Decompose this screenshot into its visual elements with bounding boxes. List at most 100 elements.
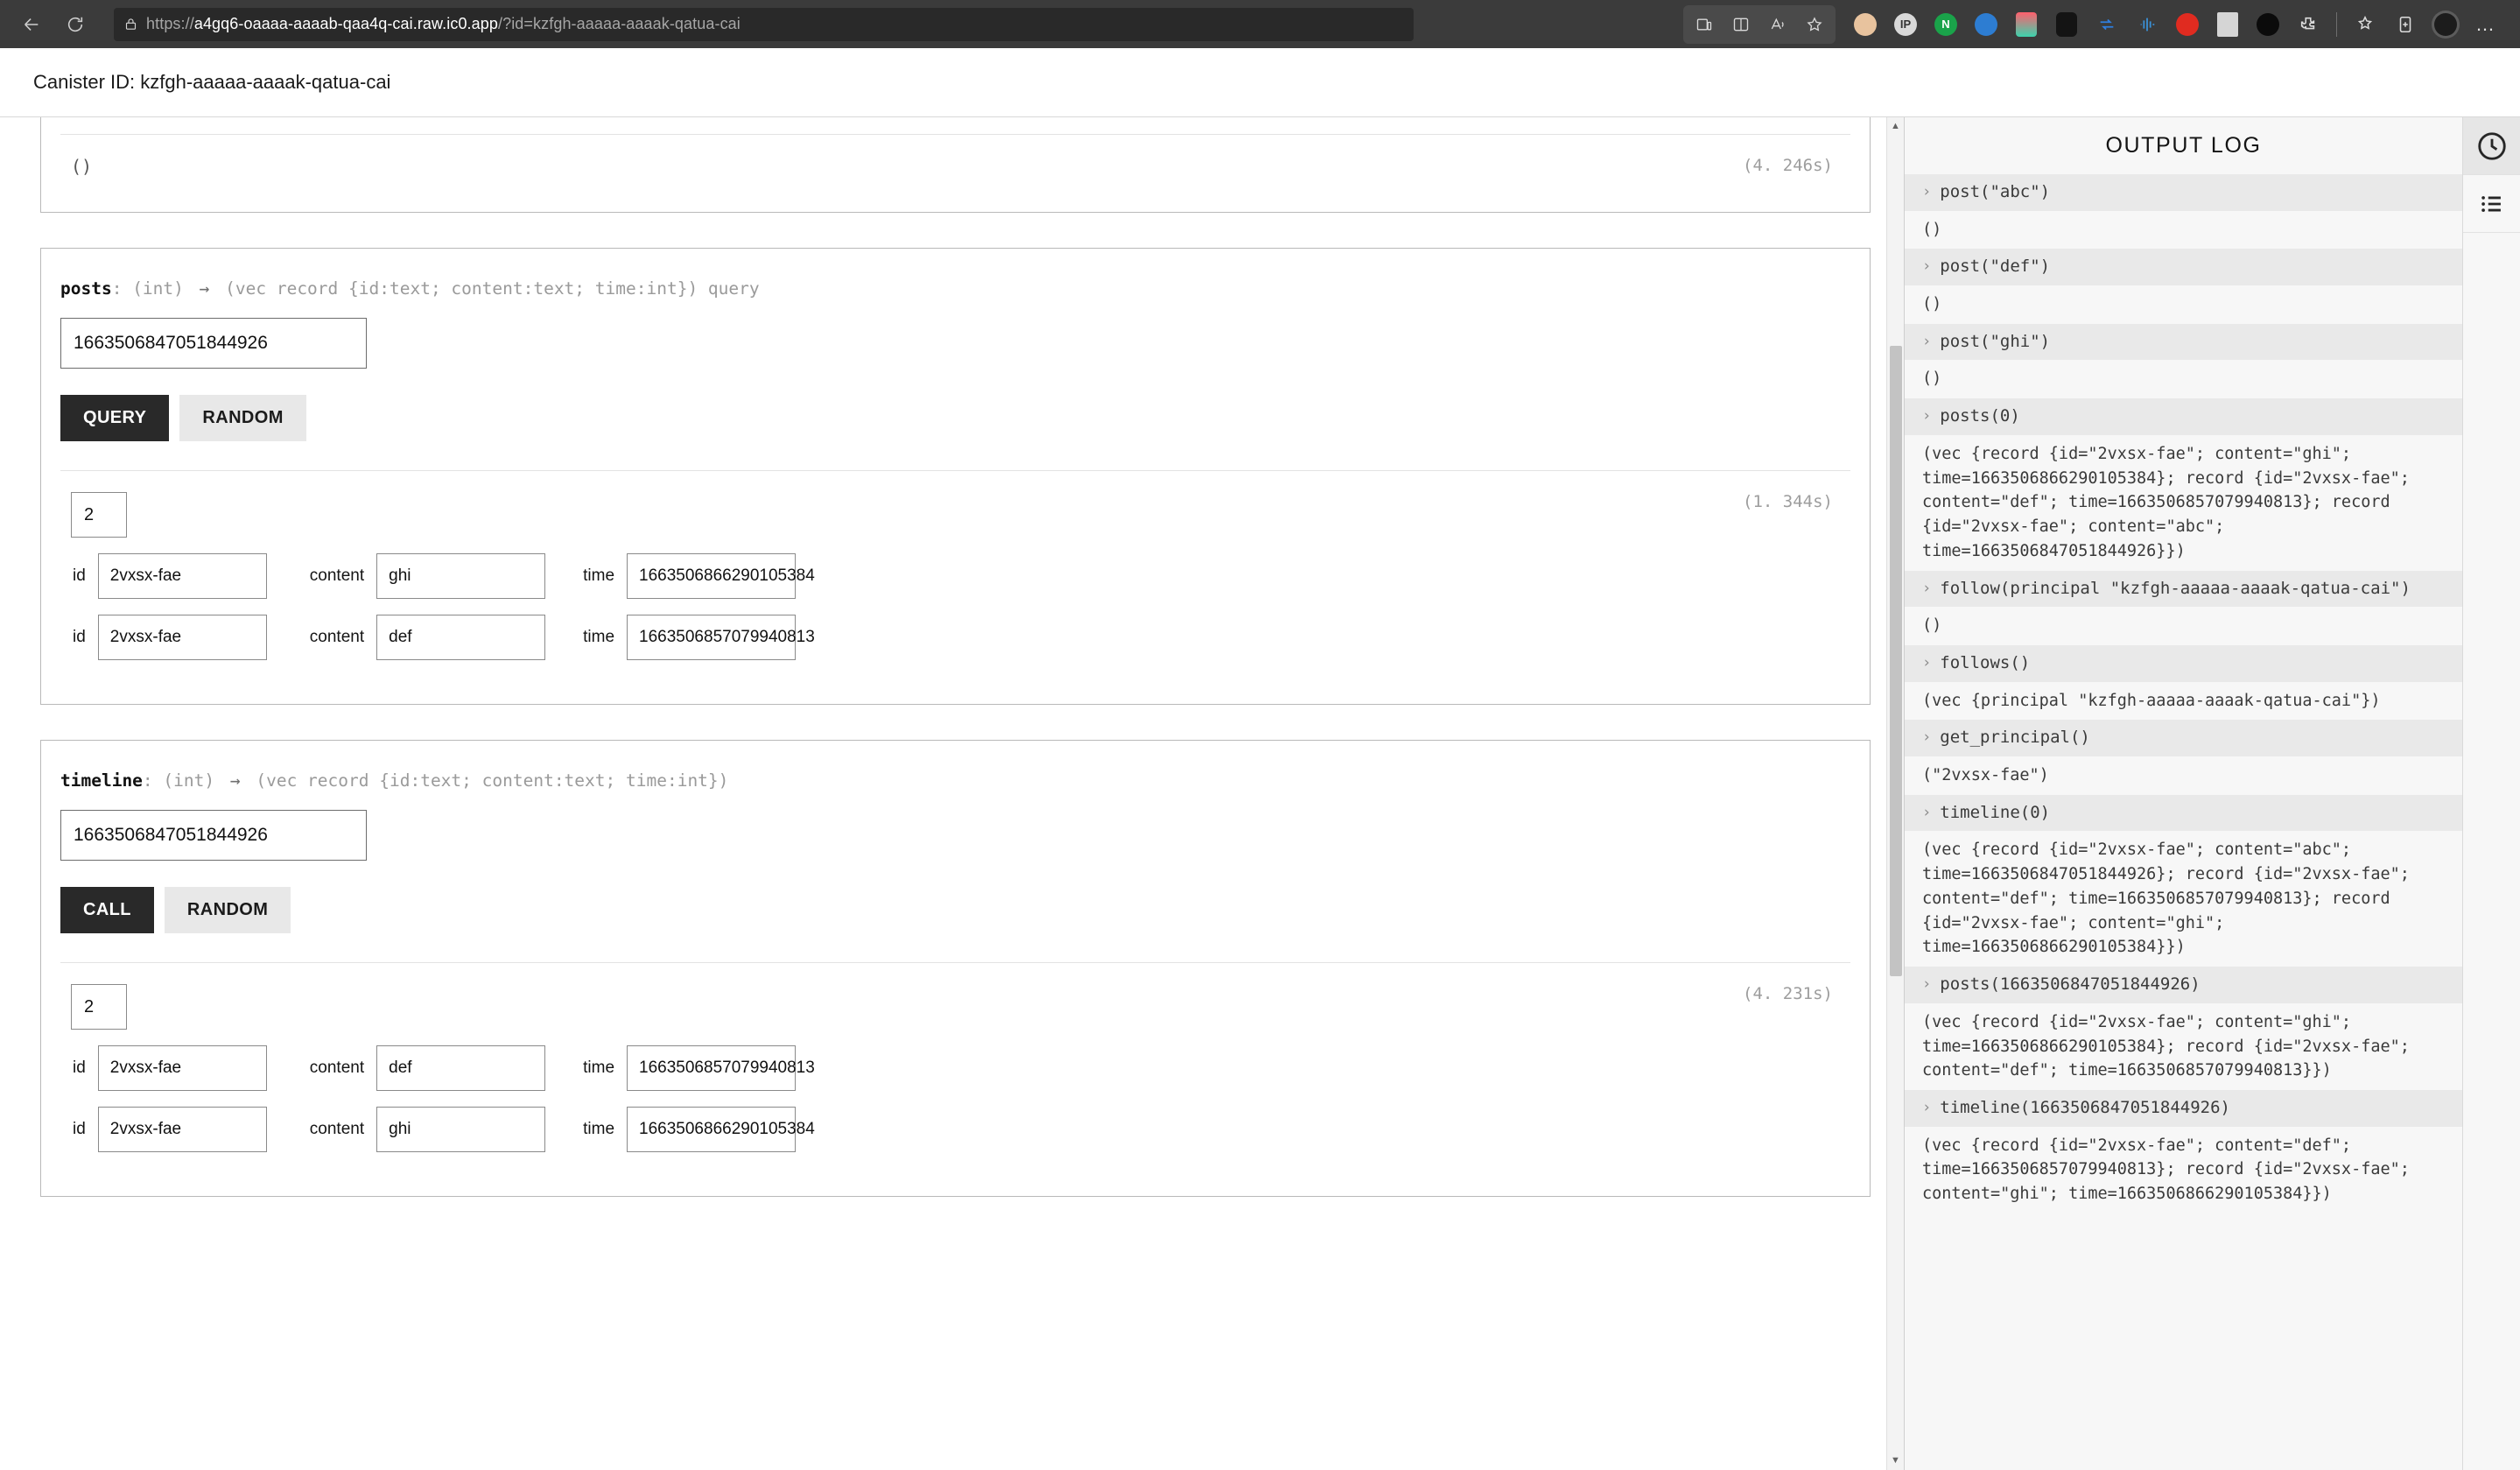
url-host: a4gq6-oaaaa-aaaab-qaa4q-cai.raw.ic0.app bbox=[193, 15, 498, 32]
content-label: content bbox=[309, 628, 365, 646]
log-entry-call[interactable]: › timeline(1663506847051844926) bbox=[1905, 1090, 2462, 1127]
timeline-row0-content[interactable]: def bbox=[376, 1045, 546, 1091]
time-label: time bbox=[583, 1059, 615, 1077]
browser-builtin-actions bbox=[1683, 4, 1836, 44]
timeline-arg-input[interactable]: 1663506847051844926 bbox=[60, 810, 367, 861]
posts-arg-type: (int) bbox=[132, 278, 184, 299]
extension-n-icon[interactable]: N bbox=[1930, 9, 1962, 40]
read-aloud-icon[interactable] bbox=[1760, 7, 1795, 42]
arrow-icon: → bbox=[229, 770, 241, 791]
timeline-timing: (4. 231s) bbox=[1743, 984, 1833, 1003]
chevron-right-icon: › bbox=[1922, 332, 1932, 350]
scroll-up-icon[interactable]: ▲ bbox=[1891, 117, 1900, 136]
collections-icon[interactable] bbox=[2349, 9, 2381, 40]
content-label: content bbox=[309, 1059, 365, 1077]
methods-scrollbar[interactable]: ▲ ▼ bbox=[1886, 117, 1904, 1470]
content-label: content bbox=[309, 1120, 365, 1138]
posts-row0-id[interactable]: 2vxsx-fae bbox=[97, 553, 267, 599]
posts-arg-input[interactable]: 1663506847051844926 bbox=[60, 318, 367, 369]
methods-area: CALL RANDOM () (4. 246s) bbox=[0, 117, 1904, 1470]
scrollbar-thumb[interactable] bbox=[1890, 346, 1902, 976]
timeline-row0-id[interactable]: 2vxsx-fae bbox=[97, 1045, 267, 1091]
timeline-call-button[interactable]: CALL bbox=[60, 887, 154, 933]
timeline-method-name: timeline bbox=[60, 770, 143, 791]
log-entry-result: () bbox=[1905, 285, 2462, 324]
extension-puzzle-icon[interactable] bbox=[2292, 9, 2324, 40]
time-label: time bbox=[583, 566, 615, 585]
log-entry-call[interactable]: › follow(principal "kzfgh-aaaaa-aaaak-qat… bbox=[1905, 570, 2462, 608]
timeline-signature: timeline: (int) → (vec record {id:text; … bbox=[60, 770, 729, 791]
split-screen-icon[interactable] bbox=[1723, 7, 1758, 42]
posts-row0-time[interactable]: 1663506866290105384 bbox=[627, 553, 815, 599]
extension-adblock-icon[interactable] bbox=[2172, 9, 2203, 40]
method-panel-call: CALL RANDOM () (4. 246s) bbox=[40, 117, 1871, 213]
back-arrow-icon[interactable] bbox=[12, 5, 51, 44]
query-button[interactable]: QUERY bbox=[60, 395, 170, 441]
posts-row0-content[interactable]: ghi bbox=[376, 553, 546, 599]
lock-icon bbox=[124, 17, 137, 32]
time-label: time bbox=[583, 628, 615, 646]
chevron-right-icon: › bbox=[1922, 579, 1932, 597]
list-icon[interactable] bbox=[2462, 175, 2520, 233]
log-entry-call[interactable]: › post("abc") bbox=[1905, 174, 2462, 211]
timeline-row1-content[interactable]: ghi bbox=[376, 1107, 546, 1152]
extension-mask-icon[interactable] bbox=[2051, 9, 2082, 40]
log-entry-call[interactable]: › get_principal() bbox=[1905, 720, 2462, 756]
extension-wave-icon[interactable] bbox=[2252, 9, 2284, 40]
toolbar-divider bbox=[2336, 11, 2337, 37]
extension-pin-icon[interactable] bbox=[1970, 9, 2002, 40]
log-entry-call[interactable]: › post("def") bbox=[1905, 249, 2462, 286]
posts-row1-time[interactable]: 1663506857079940813 bbox=[627, 615, 815, 660]
log-entry-call[interactable]: › post("ghi") bbox=[1905, 323, 2462, 361]
extension-ip-icon[interactable]: IP bbox=[1890, 9, 1921, 40]
log-entry-result: () bbox=[1905, 210, 2462, 250]
timeline-result-count[interactable]: 2 bbox=[71, 984, 127, 1030]
output-log-panel: OUTPUT LOG › post("abc")() › post("def")() ›… bbox=[1904, 117, 2520, 1470]
add-favorite-icon[interactable] bbox=[1797, 7, 1832, 42]
address-bar[interactable]: https://a4gq6-oaaaa-aaaab-qaa4q-cai.raw.… bbox=[114, 7, 1414, 41]
timeline-row0-time[interactable]: 1663506857079940813 bbox=[627, 1045, 815, 1091]
posts-row1-id[interactable]: 2vxsx-fae bbox=[97, 615, 267, 660]
browser-settings-more-icon[interactable]: … bbox=[2467, 13, 2504, 36]
extension-audio-icon[interactable] bbox=[2131, 9, 2163, 40]
id-label: id bbox=[73, 566, 86, 585]
chevron-right-icon: › bbox=[1922, 183, 1932, 200]
table-row: id 2vxsx-fae content def time 1663506857… bbox=[60, 1045, 1850, 1091]
scroll-down-icon[interactable]: ▼ bbox=[1891, 1452, 1900, 1470]
extension-colorpick-icon[interactable] bbox=[2011, 9, 2042, 40]
device-preview-icon[interactable] bbox=[1687, 7, 1722, 42]
reload-icon[interactable] bbox=[56, 5, 95, 44]
extension-profile-icon[interactable] bbox=[1850, 9, 1881, 40]
log-entry-call[interactable]: › timeline(0) bbox=[1905, 794, 2462, 832]
clock-icon[interactable] bbox=[2462, 117, 2520, 175]
browser-essentials-icon[interactable] bbox=[2390, 9, 2421, 40]
content-label: content bbox=[309, 566, 365, 585]
timeline-random-button[interactable]: RANDOM bbox=[164, 887, 291, 933]
log-entry-call[interactable]: › follows() bbox=[1905, 644, 2462, 682]
log-entry-call-text: follows() bbox=[1940, 652, 2031, 672]
log-entry-result: ("2vxsx-fae") bbox=[1905, 756, 2462, 795]
extension-sync-icon[interactable] bbox=[2091, 9, 2123, 40]
scrollbar-track[interactable] bbox=[1887, 136, 1904, 1452]
browser-actions: IP N … bbox=[1683, 4, 2508, 44]
timeline-row1-id[interactable]: 2vxsx-fae bbox=[97, 1107, 267, 1152]
timeline-row1-time[interactable]: 1663506866290105384 bbox=[627, 1107, 815, 1152]
log-entry-call[interactable]: › posts(1663506847051844926) bbox=[1905, 967, 2462, 1003]
log-entry-call-text: post("def") bbox=[1940, 257, 2051, 277]
avatar[interactable] bbox=[2430, 9, 2461, 40]
url-path: /?id=kzfgh-aaaaa-aaaak-qatua-cai bbox=[498, 15, 741, 32]
timeline-return-type: (vec record {id:text; content:text; time… bbox=[256, 770, 729, 791]
output-log-list: › post("abc") () › post("def") () › post("ghi")… bbox=[1905, 174, 2462, 1470]
posts-row1-content[interactable]: def bbox=[376, 615, 546, 660]
extension-folder-icon[interactable] bbox=[2212, 9, 2243, 40]
posts-method-name: posts bbox=[60, 278, 112, 299]
posts-result-count[interactable]: 2 bbox=[71, 492, 127, 538]
log-entry-call-text: posts(1663506847051844926) bbox=[1940, 974, 2201, 995]
log-entry-call-text: get_principal() bbox=[1940, 728, 2090, 748]
log-entry-call[interactable]: › posts(0) bbox=[1905, 398, 2462, 435]
output-log-rail bbox=[2462, 117, 2520, 1470]
table-row: id 2vxsx-fae content ghi time 1663506866… bbox=[60, 1107, 1850, 1152]
timeline-records: id 2vxsx-fae content def time 1663506857… bbox=[60, 1030, 1850, 1187]
chevron-right-icon: › bbox=[1922, 803, 1932, 821]
posts-random-button[interactable]: RANDOM bbox=[179, 395, 306, 441]
